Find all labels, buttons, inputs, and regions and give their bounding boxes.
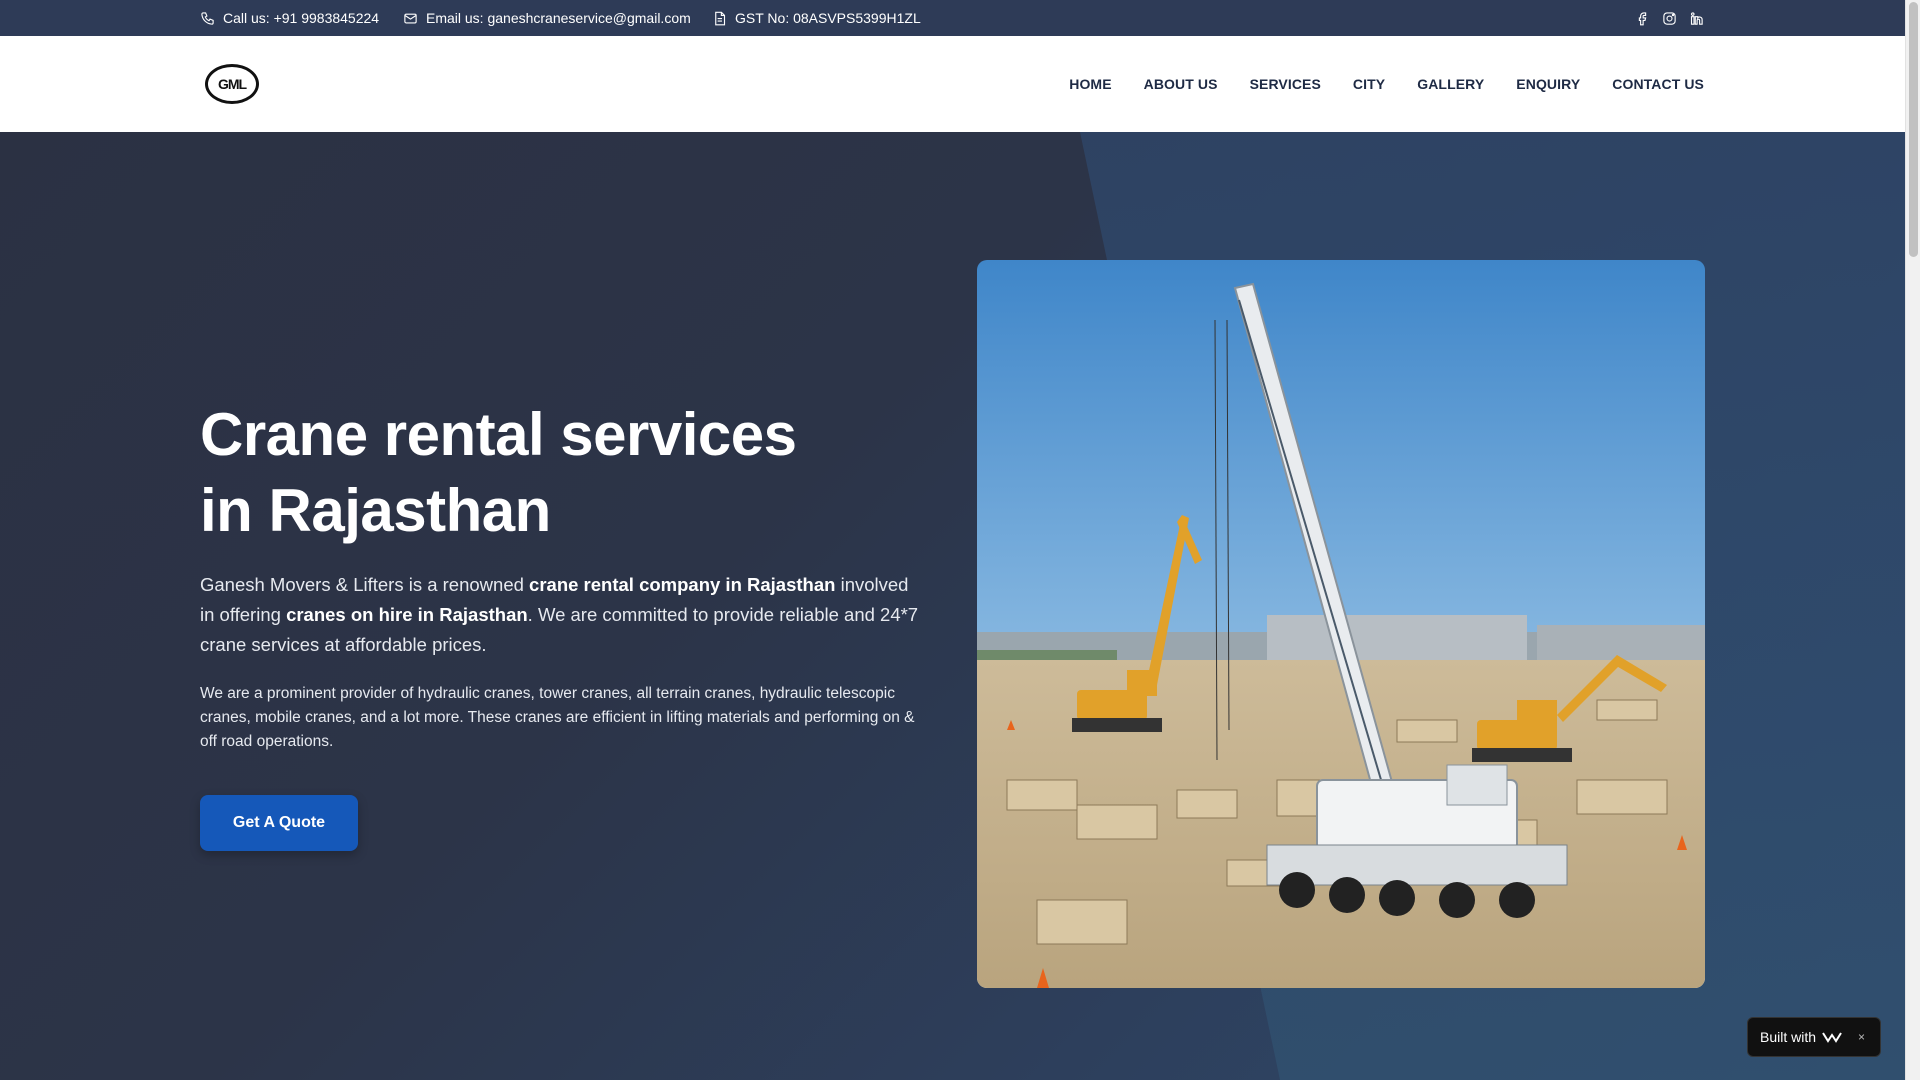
nav-city[interactable]: CITY: [1353, 76, 1385, 92]
built-with-badge[interactable]: Built with ×: [1747, 1017, 1881, 1057]
hero-paragraph: We are a prominent provider of hydraulic…: [200, 685, 915, 750]
logo-mark: GML: [205, 64, 259, 104]
gst-text: GST No: 08ASVPS5399H1ZL: [735, 10, 921, 26]
linkedin-icon[interactable]: [1689, 11, 1704, 26]
gst-info: GST No: 08ASVPS5399H1ZL: [712, 0, 921, 36]
social-links: [1635, 0, 1704, 36]
hero-title-line2: in Rajasthan: [200, 477, 551, 544]
nav-enquiry[interactable]: ENQUIRY: [1516, 76, 1580, 92]
lead-text-1: Ganesh Movers & Lifters is a renowned: [200, 574, 530, 595]
nav-contact-us[interactable]: CONTACT US: [1612, 76, 1704, 92]
scrollbar[interactable]: [1905, 0, 1920, 1080]
mail-icon: [404, 13, 417, 23]
nav-services[interactable]: SERVICES: [1250, 76, 1321, 92]
email-text: Email us: ganeshcraneservice@gmail.com: [426, 10, 691, 26]
hero-title: Crane rental services in Rajasthan: [200, 397, 920, 549]
phone-text: Call us: +91 9983845224: [223, 10, 380, 26]
get-a-quote-button[interactable]: Get A Quote: [200, 795, 358, 851]
lead-bold-2: cranes on hire in Rajasthan: [286, 604, 528, 625]
nav-gallery[interactable]: GALLERY: [1417, 76, 1484, 92]
hero-lead: Ganesh Movers & Lifters is a renowned cr…: [200, 570, 920, 660]
badge-close-icon[interactable]: ×: [1858, 1030, 1865, 1044]
logo[interactable]: GML: [200, 54, 264, 114]
nav-about-us[interactable]: ABOUT US: [1144, 76, 1218, 92]
scrollbar-thumb[interactable]: [1909, 2, 1918, 257]
nav-home[interactable]: HOME: [1069, 76, 1111, 92]
lead-bold-1: crane rental company in Rajasthan: [529, 574, 836, 595]
brand-mark-icon: [1822, 1032, 1842, 1043]
phone-icon: [201, 11, 214, 25]
main-nav: HOME ABOUT US SERVICES CITY GALLERY ENQU…: [1069, 36, 1704, 132]
facebook-icon[interactable]: [1635, 11, 1650, 26]
badge-label: Built with: [1760, 1029, 1817, 1045]
hero-section: Crane rental services in Rajasthan Ganes…: [0, 132, 1905, 1080]
phone-contact[interactable]: Call us: +91 9983845224: [200, 0, 379, 36]
hero-title-line1: Crane rental services: [200, 401, 797, 468]
page: Call us: +91 9983845224 Email us: ganesh…: [0, 0, 1905, 1080]
site-header: GML HOME ABOUT US SERVICES CITY GALLERY …: [0, 36, 1905, 132]
document-icon: [715, 11, 726, 25]
instagram-icon[interactable]: [1662, 11, 1677, 26]
email-contact[interactable]: Email us: ganeshcraneservice@gmail.com: [403, 0, 691, 36]
crane-photo: [977, 260, 1705, 988]
top-contact-bar: Call us: +91 9983845224 Email us: ganesh…: [0, 0, 1905, 36]
